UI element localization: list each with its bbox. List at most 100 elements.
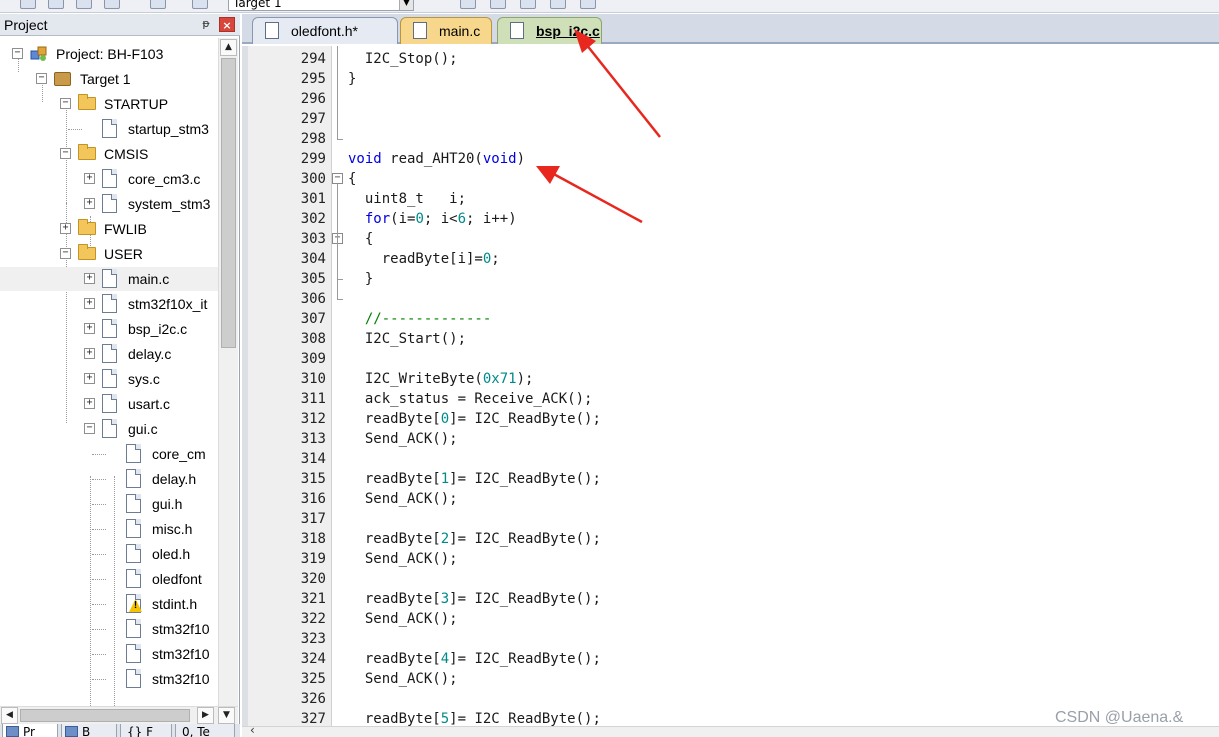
code-line[interactable]: uint8_t i; [348, 189, 466, 209]
tree-item[interactable]: + core_cm3.c [0, 167, 218, 191]
code-line[interactable]: } [348, 269, 373, 289]
collapse-icon[interactable]: − [36, 73, 47, 84]
code-line[interactable]: readByte[1]= I2C_ReadByte(); [348, 469, 601, 489]
tab-project[interactable]: Pr [2, 724, 58, 737]
chevron-down-icon[interactable]: ▼ [399, 0, 413, 10]
tree-item[interactable]: gui.h [0, 492, 218, 516]
tree-item[interactable]: stm32f10 [0, 667, 218, 691]
toolbar-button-icon[interactable] [460, 0, 476, 9]
tree-item[interactable]: − USER [0, 242, 218, 266]
tree-item[interactable]: + main.c [0, 267, 218, 291]
code-line[interactable]: I2C_Stop(); [348, 49, 458, 69]
code-line[interactable]: //------------- [348, 309, 491, 329]
collapse-icon[interactable]: − [60, 248, 71, 259]
tree-item[interactable]: + FWLIB [0, 217, 218, 241]
toolbar-button-icon[interactable] [104, 0, 120, 9]
toolbar-button-icon[interactable] [192, 0, 208, 9]
tree-item[interactable]: + bsp_i2c.c [0, 317, 218, 341]
scroll-left-icon[interactable]: ‹ [250, 727, 255, 737]
tree-item[interactable]: + usart.c [0, 392, 218, 416]
code-line[interactable]: Send_ACK(); [348, 669, 458, 689]
code-line[interactable]: readByte[i]=0; [348, 249, 500, 269]
tab-oledfont-h[interactable]: oledfont.h* [252, 17, 398, 44]
expand-icon[interactable]: + [84, 323, 95, 334]
toolbar-button-icon[interactable] [150, 0, 166, 9]
scrollbar-thumb[interactable] [20, 709, 190, 722]
expand-icon[interactable]: + [84, 348, 95, 359]
tree-item[interactable]: + system_stm3 [0, 192, 218, 216]
tree-item[interactable]: stm32f10 [0, 642, 218, 666]
code-line[interactable]: readByte[3]= I2C_ReadByte(); [348, 589, 601, 609]
tab-main-c[interactable]: main.c [400, 17, 492, 44]
code-line[interactable]: Send_ACK(); [348, 489, 458, 509]
tree-item[interactable]: oled.h [0, 542, 218, 566]
tab-templates[interactable]: 0, Te [175, 724, 235, 737]
fold-toggle-icon[interactable]: − [332, 173, 343, 184]
code-line[interactable]: readByte[2]= I2C_ReadByte(); [348, 529, 601, 549]
tree-item[interactable]: + delay.c [0, 342, 218, 366]
pin-icon[interactable]: ᵽ [198, 16, 214, 32]
toolbar-button-icon[interactable] [580, 0, 596, 9]
tree-item[interactable]: + sys.c [0, 367, 218, 391]
toolbar-button-icon[interactable] [490, 0, 506, 9]
code-line[interactable]: Send_ACK(); [348, 609, 458, 629]
toolbar-button-icon[interactable] [20, 0, 36, 9]
vertical-scrollbar[interactable]: ▲ [218, 38, 238, 706]
code-line[interactable]: { [348, 229, 373, 249]
tree-item[interactable]: + stm32f10x_it [0, 292, 218, 316]
toolbar-button-icon[interactable] [550, 0, 566, 9]
code-line[interactable]: } [348, 69, 356, 89]
scroll-down-icon[interactable]: ▼ [218, 707, 235, 724]
scrollbar-thumb[interactable] [221, 58, 236, 348]
tab-books[interactable]: B [61, 724, 117, 737]
code-line[interactable]: ack_status = Receive_ACK(); [348, 389, 593, 409]
expand-icon[interactable]: + [84, 173, 95, 184]
expand-icon[interactable]: + [84, 198, 95, 209]
tree-item[interactable]: − CMSIS [0, 142, 218, 166]
expand-icon[interactable]: + [84, 373, 95, 384]
tree-item[interactable]: stdint.h [0, 592, 218, 616]
collapse-icon[interactable]: − [12, 48, 23, 59]
tab-functions[interactable]: {} F [120, 724, 172, 737]
fold-guide [337, 139, 343, 140]
horizontal-scrollbar[interactable]: ◀ ▶ ▼ [0, 706, 238, 724]
collapse-icon[interactable]: − [60, 98, 71, 109]
tree-item[interactable]: − gui.c [0, 417, 218, 441]
code-line[interactable]: I2C_Start(); [348, 329, 466, 349]
scroll-left-icon[interactable]: ◀ [1, 707, 18, 724]
code-line[interactable]: for(i=0; i<6; i++) [348, 209, 517, 229]
tree-item[interactable]: core_cm [0, 442, 218, 466]
toolbar-button-icon[interactable] [48, 0, 64, 9]
close-icon[interactable]: × [219, 17, 235, 32]
expand-icon[interactable]: + [84, 398, 95, 409]
tab-bsp-i2c-c[interactable]: bsp_i2c.c [497, 17, 602, 44]
expand-icon[interactable]: + [84, 273, 95, 284]
scroll-right-icon[interactable]: ▶ [197, 707, 214, 724]
code-line[interactable]: readByte[0]= I2C_ReadByte(); [348, 409, 601, 429]
collapse-icon[interactable]: − [60, 148, 71, 159]
toolbar-button-icon[interactable] [76, 0, 92, 9]
expand-icon[interactable]: + [60, 223, 71, 234]
code-line[interactable]: { [348, 169, 356, 189]
tree-item[interactable]: oledfont [0, 567, 218, 591]
code-line[interactable]: void read_AHT20(void) [348, 149, 525, 169]
tree-item[interactable]: stm32f10 [0, 617, 218, 641]
tree-item[interactable]: delay.h [0, 467, 218, 491]
expand-icon[interactable]: + [84, 298, 95, 309]
tree-item[interactable]: − Target 1 [0, 67, 218, 91]
code-area[interactable]: I2C_Stop();} void read_AHT20(void){ uint8… [346, 46, 1219, 726]
code-line[interactable]: I2C_WriteByte(0x71); [348, 369, 534, 389]
tree-item[interactable]: − STARTUP [0, 92, 218, 116]
code-line[interactable]: Send_ACK(); [348, 549, 458, 569]
tree-item[interactable]: misc.h [0, 517, 218, 541]
code-line[interactable]: readByte[4]= I2C_ReadByte(); [348, 649, 601, 669]
collapse-icon[interactable]: − [84, 423, 95, 434]
code-line[interactable]: Send_ACK(); [348, 429, 458, 449]
target-select[interactable]: Target 1 ▼ [228, 0, 414, 11]
scroll-up-icon[interactable]: ▲ [220, 39, 237, 56]
editor-horizontal-scrollbar[interactable]: ‹ [242, 726, 1219, 737]
toolbar-button-icon[interactable] [520, 0, 536, 9]
tree-item[interactable]: − Project: BH-F103 [0, 42, 218, 66]
tree-item[interactable]: startup_stm3 [0, 117, 218, 141]
code-line[interactable]: readByte[5]= I2C_ReadByte(); [348, 709, 601, 726]
